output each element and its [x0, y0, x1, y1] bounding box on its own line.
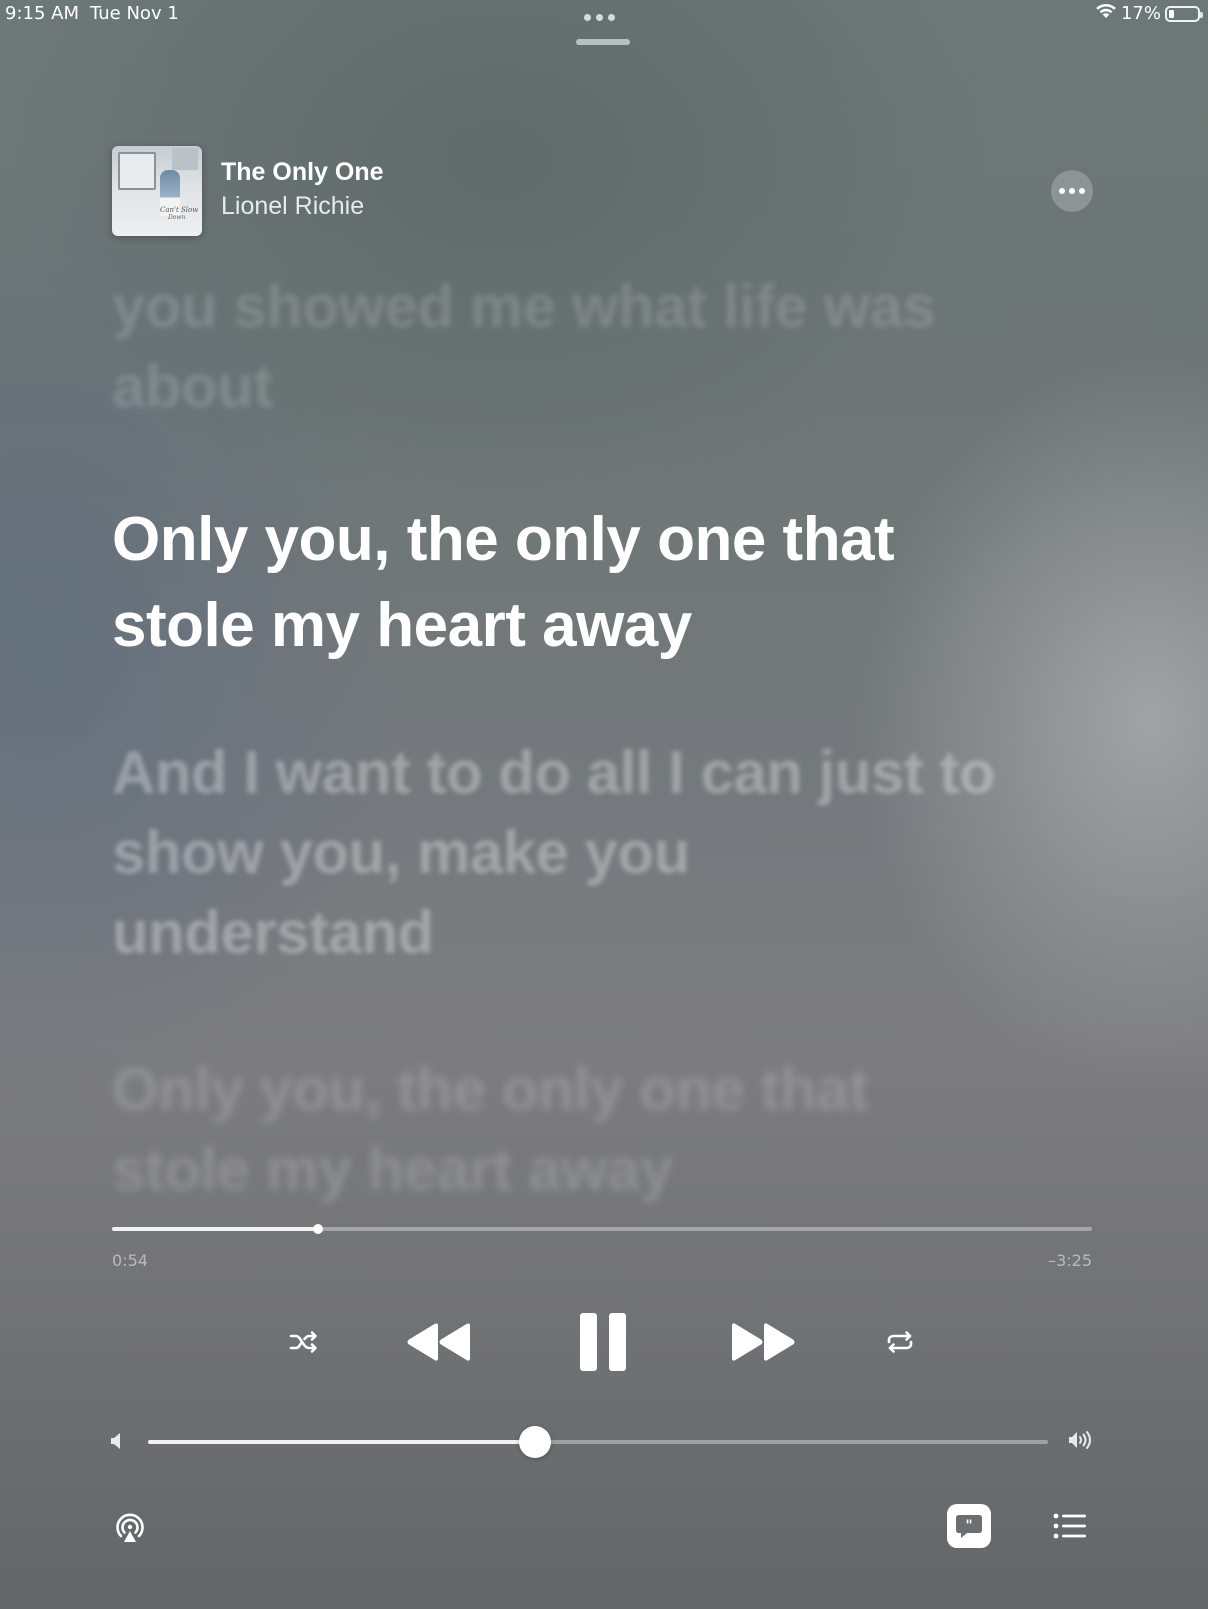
battery-fill — [1169, 9, 1174, 18]
song-title[interactable]: The Only One — [221, 158, 384, 187]
volume-fill — [148, 1440, 535, 1444]
queue-list-icon — [1053, 1513, 1086, 1539]
sheet-grabber[interactable] — [576, 39, 630, 45]
more-options-button[interactable] — [1051, 170, 1093, 212]
artwork-text-1: Can't Slow — [160, 206, 199, 214]
ellipsis-icon — [1059, 188, 1065, 194]
lyric-line-previous[interactable]: you showed me what life was about — [112, 267, 1012, 427]
status-time: 9:15 AM — [5, 3, 79, 24]
lyrics-button[interactable]: " — [947, 1504, 991, 1548]
repeat-icon — [887, 1331, 913, 1353]
pause-button[interactable] — [572, 1306, 634, 1378]
queue-button[interactable] — [1052, 1508, 1088, 1544]
lyric-line-next[interactable]: And I want to do all I can just to show … — [112, 733, 1012, 973]
shuffle-button[interactable] — [284, 1322, 324, 1362]
volume-knob[interactable] — [519, 1426, 551, 1458]
airplay-icon — [116, 1513, 144, 1542]
battery-percent: 17% — [1120, 3, 1161, 24]
playback-scrubber[interactable] — [112, 1224, 1092, 1234]
lyric-line-current[interactable]: Only you, the only one that stole my hea… — [112, 497, 1012, 669]
volume-low-icon — [110, 1432, 128, 1452]
song-artist[interactable]: Lionel Richie — [221, 192, 364, 221]
lyric-line-later[interactable]: Only you, the only one that stole my hea… — [112, 1050, 1012, 1210]
rewind-icon — [407, 1323, 470, 1361]
multitasking-dots[interactable] — [584, 14, 615, 21]
artwork-background — [172, 148, 198, 170]
battery-icon — [1165, 5, 1203, 22]
fast-forward-button[interactable] — [728, 1314, 798, 1370]
repeat-button[interactable] — [880, 1322, 920, 1362]
status-right: 17% — [1095, 3, 1203, 24]
time-remaining: –3:25 — [1048, 1251, 1092, 1270]
lyrics-quote-icon: " — [956, 1515, 982, 1538]
fast-forward-icon — [732, 1323, 795, 1361]
playback-scrubber-knob[interactable] — [312, 1224, 323, 1234]
playback-progress-fill — [112, 1227, 318, 1231]
status-date: Tue Nov 1 — [90, 3, 179, 24]
airplay-button[interactable] — [110, 1508, 150, 1548]
time-elapsed: 0:54 — [112, 1251, 148, 1270]
rewind-button[interactable] — [404, 1314, 474, 1370]
album-artwork[interactable]: Can't Slow Down — [112, 146, 202, 236]
artwork-text-2: Down — [168, 214, 186, 221]
wifi-icon — [1095, 3, 1117, 24]
volume-high-icon — [1068, 1430, 1094, 1454]
volume-slider[interactable] — [148, 1426, 1048, 1458]
shuffle-icon — [289, 1331, 317, 1353]
svg-text:": " — [965, 1518, 972, 1534]
artwork-window — [118, 152, 156, 190]
pause-icon — [580, 1313, 626, 1371]
